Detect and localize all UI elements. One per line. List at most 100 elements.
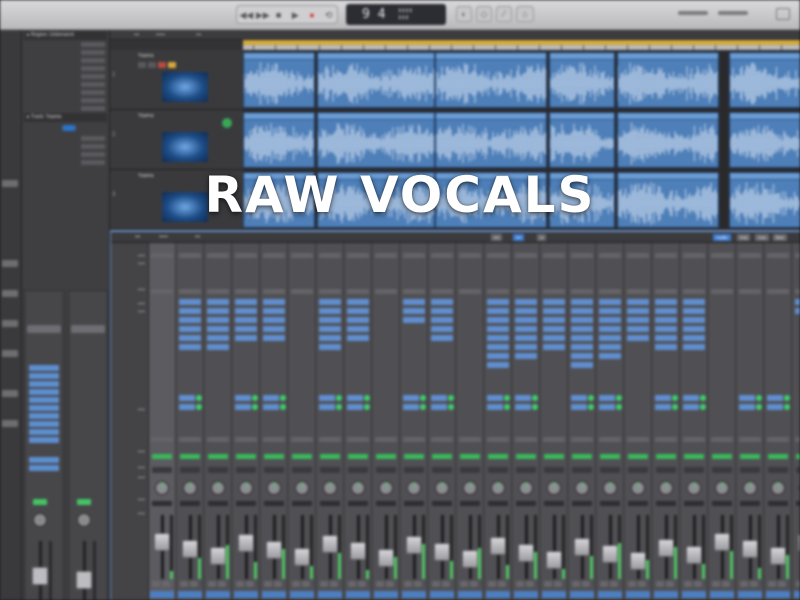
- plugin-slot[interactable]: [347, 317, 369, 323]
- plugin-slot[interactable]: [263, 326, 285, 332]
- solo-button[interactable]: [442, 581, 450, 587]
- plugin-slot[interactable]: [795, 308, 800, 314]
- library-field[interactable]: [2, 320, 18, 327]
- view-slider[interactable]: [718, 11, 748, 15]
- volume-fader[interactable]: [182, 540, 198, 558]
- plugin-slot[interactable]: [179, 335, 201, 341]
- group-slot[interactable]: [712, 454, 732, 459]
- plugin-slot[interactable]: [655, 317, 677, 323]
- plugin-slot[interactable]: [655, 335, 677, 341]
- plugin-slot[interactable]: [627, 308, 649, 314]
- group-slot[interactable]: [600, 454, 620, 459]
- track-header[interactable]: 1 Yaama: [110, 50, 243, 110]
- mute-button[interactable]: [572, 581, 580, 587]
- region-inspector-header[interactable]: ▸ Region: Unbenannt: [24, 31, 107, 40]
- send-slot[interactable]: [739, 404, 755, 410]
- send-level-knob[interactable]: [532, 404, 538, 410]
- solo-button[interactable]: [330, 581, 338, 587]
- input-slot[interactable]: [151, 289, 173, 294]
- cycle-icon[interactable]: ⟲: [323, 9, 335, 21]
- send-slot[interactable]: [263, 395, 279, 401]
- send-level-knob[interactable]: [364, 404, 370, 410]
- plugin-slot[interactable]: [179, 326, 201, 332]
- automation-mode[interactable]: [180, 467, 200, 473]
- plugin-slot[interactable]: [29, 389, 59, 395]
- plugin-slot[interactable]: [347, 299, 369, 305]
- channel-strip[interactable]: [485, 243, 512, 600]
- volume-fader[interactable]: [294, 548, 310, 566]
- plugin-slot[interactable]: [515, 317, 537, 323]
- channel-strip[interactable]: [597, 243, 624, 600]
- automation-mode[interactable]: [600, 467, 620, 473]
- mute-button[interactable]: [768, 581, 776, 587]
- solo-button[interactable]: [358, 581, 366, 587]
- strip-setting-button[interactable]: [263, 253, 285, 258]
- mute-button[interactable]: [180, 581, 188, 587]
- send-level-knob[interactable]: [532, 395, 538, 401]
- send-slot[interactable]: [29, 465, 59, 471]
- mute-button[interactable]: [740, 581, 748, 587]
- pan-knob[interactable]: [715, 481, 729, 495]
- plugin-slot[interactable]: [29, 429, 59, 435]
- send-level-knob[interactable]: [700, 395, 706, 401]
- volume-fader[interactable]: [154, 533, 170, 551]
- strip-setting-button[interactable]: [627, 253, 649, 258]
- pan-knob[interactable]: [239, 481, 253, 495]
- channel-strip[interactable]: [737, 243, 764, 600]
- pan-knob[interactable]: [743, 481, 757, 495]
- volume-fader[interactable]: [406, 536, 422, 554]
- audio-region[interactable]: [435, 112, 547, 168]
- group-slot[interactable]: [152, 454, 172, 459]
- plugin-slot[interactable]: [207, 299, 229, 305]
- plugin-slot[interactable]: [431, 308, 453, 314]
- pan-knob[interactable]: [155, 481, 169, 495]
- input-slot[interactable]: [487, 289, 509, 294]
- output-slot[interactable]: [487, 437, 509, 442]
- send-slot[interactable]: [571, 395, 587, 401]
- pan-knob[interactable]: [323, 481, 337, 495]
- plugin-slot[interactable]: [599, 308, 621, 314]
- channel-strip[interactable]: [765, 243, 792, 600]
- filter-audio-button[interactable]: Audio: [713, 234, 731, 241]
- output-slot[interactable]: [795, 437, 800, 442]
- plugin-slot[interactable]: [319, 344, 341, 350]
- send-level-knob[interactable]: [280, 395, 286, 401]
- plugin-slot[interactable]: [431, 299, 453, 305]
- input-slot[interactable]: [431, 289, 453, 294]
- plugin-slot[interactable]: [571, 308, 593, 314]
- send-slot[interactable]: [29, 457, 59, 463]
- output-slot[interactable]: [319, 437, 341, 442]
- library-field[interactable]: [2, 420, 18, 427]
- group-slot[interactable]: [768, 454, 788, 459]
- send-level-knob[interactable]: [280, 404, 286, 410]
- plugin-slot[interactable]: [263, 335, 285, 341]
- strip-setting-button[interactable]: [571, 253, 593, 258]
- solo-button[interactable]: [778, 581, 786, 587]
- plugin-slot[interactable]: [627, 299, 649, 305]
- strip-setting-button[interactable]: [207, 253, 229, 258]
- strip-setting-button[interactable]: [767, 253, 789, 258]
- group-slot[interactable]: [236, 454, 256, 459]
- volume-fader[interactable]: [546, 551, 562, 569]
- plugin-slot[interactable]: [347, 335, 369, 341]
- plugin-slot[interactable]: [515, 335, 537, 341]
- plugin-slot[interactable]: [487, 308, 509, 314]
- plugin-slot[interactable]: [235, 299, 257, 305]
- pan-knob[interactable]: [575, 481, 589, 495]
- audio-region[interactable]: [317, 112, 435, 168]
- plugin-slot[interactable]: [179, 344, 201, 350]
- filter-bus-button[interactable]: Bus: [773, 234, 787, 241]
- plugin-slot[interactable]: [683, 344, 705, 350]
- plugin-slot[interactable]: [683, 299, 705, 305]
- record-enable-button[interactable]: [158, 62, 166, 68]
- channel-strip[interactable]: [177, 243, 204, 600]
- volume-fader[interactable]: [714, 533, 730, 551]
- send-level-knob[interactable]: [252, 395, 258, 401]
- strip-setting-button[interactable]: [403, 253, 425, 258]
- plugin-slot[interactable]: [599, 353, 621, 359]
- send-slot[interactable]: [571, 404, 587, 410]
- plugin-slot[interactable]: [29, 405, 59, 411]
- rewind-icon[interactable]: ◀◀: [239, 9, 253, 21]
- mute-button[interactable]: [712, 581, 720, 587]
- audio-region[interactable]: [617, 112, 719, 168]
